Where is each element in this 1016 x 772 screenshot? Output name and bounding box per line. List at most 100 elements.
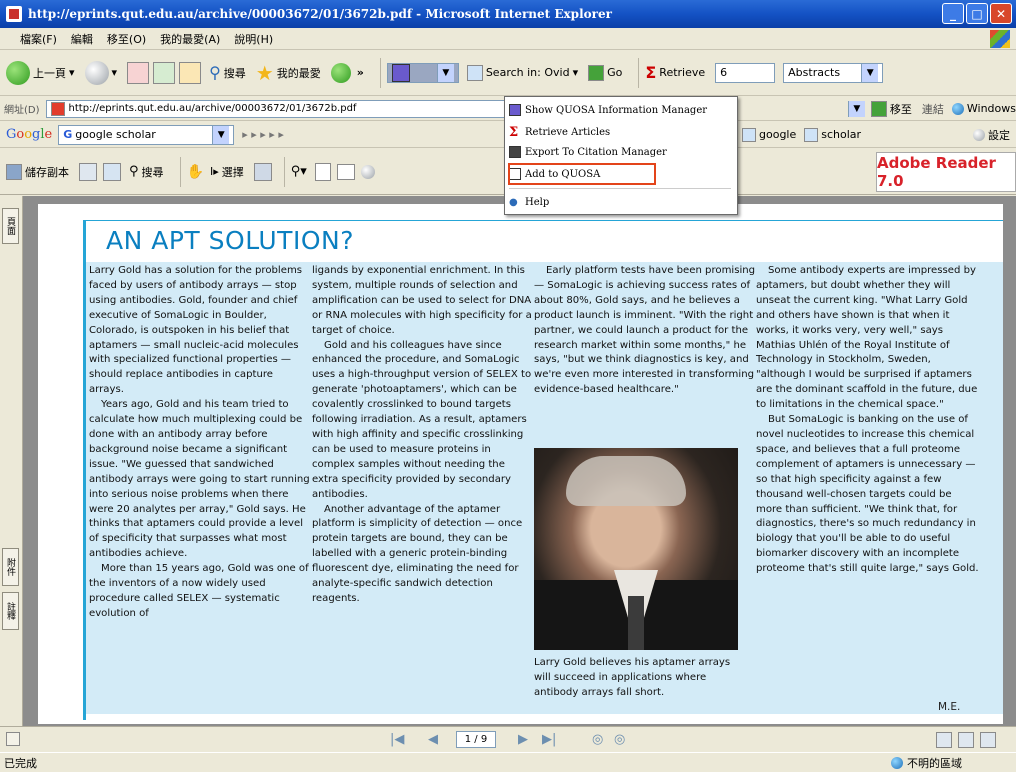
- window-controls: _ □ ✕: [942, 3, 1012, 24]
- web-search-icon: [742, 127, 756, 142]
- snapshot-icon[interactable]: [253, 162, 272, 181]
- retrieve-count-input[interactable]: 6: [715, 62, 776, 83]
- links-label[interactable]: 連結: [922, 101, 944, 117]
- export-icon: [509, 146, 521, 158]
- security-zone: 不明的區域: [891, 755, 962, 771]
- binoculars-icon: ⚲: [129, 164, 139, 179]
- forward-arrow-icon: [84, 60, 109, 85]
- larry-gold-photo: [534, 448, 738, 650]
- status-bar: 已完成 不明的區域: [0, 752, 1016, 772]
- panel-toggle-icon[interactable]: [6, 732, 20, 746]
- article-paragraph: More than 15 years ago, Gold was one of …: [89, 563, 309, 619]
- home-icon[interactable]: [179, 61, 202, 84]
- ovid-icon: [466, 64, 483, 81]
- tab-attachments[interactable]: 附件: [2, 548, 19, 586]
- abstracts-value: Abstracts: [788, 66, 841, 79]
- tab-pages[interactable]: 頁面: [2, 208, 19, 244]
- chevron-down-icon: ▼: [212, 125, 230, 144]
- menu-help[interactable]: 說明(H): [234, 31, 273, 47]
- continuous-layout-icon[interactable]: [958, 732, 974, 748]
- go-button[interactable]: Go: [588, 64, 623, 81]
- google-search-scholar-button[interactable]: scholar: [804, 127, 861, 142]
- article-accent-line: [83, 220, 86, 720]
- reader-search-button[interactable]: ⚲ 搜尋: [129, 164, 164, 180]
- print-icon[interactable]: [79, 162, 97, 181]
- save-copy-button[interactable]: 儲存副本: [6, 163, 69, 180]
- google-g-icon: G: [63, 128, 73, 141]
- close-button[interactable]: ✕: [990, 3, 1012, 24]
- single-page-layout-icon[interactable]: [936, 732, 952, 748]
- back-button[interactable]: 上一頁 ▾: [6, 60, 75, 85]
- next-view-icon[interactable]: ◎: [614, 732, 625, 747]
- quosa-icon: [391, 63, 410, 82]
- article-paragraph: ligands by exponential enrichment. In th…: [312, 265, 532, 336]
- zoom-in-icon[interactable]: [360, 164, 375, 179]
- hand-tool-icon[interactable]: ✋: [187, 164, 204, 180]
- windows-logo-icon: [990, 30, 1010, 48]
- minimize-button[interactable]: _: [942, 3, 964, 24]
- toolbar-overflow-icon[interactable]: »: [357, 66, 364, 79]
- google-search-web-button[interactable]: google: [742, 127, 796, 142]
- add-to-quosa-highlight: [508, 163, 656, 185]
- address-go-label: 移至: [889, 102, 912, 116]
- chevron-down-icon: ▾: [572, 66, 579, 79]
- globe-icon: [891, 757, 903, 769]
- settings-icon: [973, 128, 985, 141]
- article-headline: AN APT SOLUTION?: [106, 226, 354, 255]
- menu-item-show-quosa[interactable]: Show QUOSA Information Manager: [509, 101, 731, 119]
- back-label: 上一頁: [33, 66, 66, 80]
- author-initials: M.E.: [938, 701, 961, 713]
- google-search-input[interactable]: G google scholar ▼: [58, 124, 235, 145]
- address-value: http://eprints.qut.edu.au/archive/000036…: [68, 103, 357, 114]
- facing-layout-icon[interactable]: [980, 732, 996, 748]
- search-icon: ⚲: [209, 63, 221, 82]
- menu-item-help[interactable]: ● Help: [509, 193, 731, 211]
- menu-file[interactable]: 檔案(F): [20, 31, 57, 47]
- favorites-button[interactable]: ★ 我的最愛: [256, 61, 321, 85]
- go-label: Go: [607, 66, 623, 79]
- windows-link-label: Windows: [966, 102, 1016, 115]
- previous-view-icon[interactable]: ◎: [592, 732, 603, 747]
- menu-item-export-citation[interactable]: Export To Citation Manager: [509, 143, 731, 161]
- stop-icon[interactable]: [127, 61, 150, 84]
- quosa-dropdown[interactable]: ▼: [386, 62, 459, 83]
- email-icon[interactable]: [103, 162, 121, 181]
- pdf-page-icon: [50, 101, 65, 116]
- refresh-icon[interactable]: [153, 61, 176, 84]
- retrieve-button[interactable]: Σ Retrieve: [645, 63, 705, 82]
- next-page-icon[interactable]: ▶: [518, 732, 528, 747]
- maximize-button[interactable]: □: [966, 3, 988, 24]
- history-icon[interactable]: [330, 62, 351, 83]
- address-input[interactable]: http://eprints.qut.edu.au/archive/000036…: [45, 99, 516, 118]
- google-toolbar-buttons[interactable]: ▸ ▸ ▸ ▸ ▸: [242, 128, 284, 141]
- select-tool-button[interactable]: I▸ 選擇: [210, 164, 244, 180]
- address-dropdown-icon[interactable]: ▼: [847, 100, 865, 117]
- pdf-document-area[interactable]: AN APT SOLUTION? Larry Gold has a soluti…: [23, 196, 1016, 726]
- page-number-input[interactable]: 1 / 9: [456, 731, 496, 748]
- zoom-icon[interactable]: ⚲▾: [291, 164, 307, 179]
- article-top-rule: [83, 220, 1003, 221]
- tab-comments[interactable]: 註釋: [2, 592, 19, 630]
- abstracts-select[interactable]: Abstracts ▼: [783, 62, 884, 83]
- go-arrow-icon: [870, 100, 887, 117]
- last-page-icon[interactable]: ▶|: [542, 732, 556, 747]
- fit-page-icon[interactable]: [314, 162, 331, 181]
- menu-goto[interactable]: 移至(O): [107, 31, 146, 47]
- search-in-ovid-button[interactable]: Search in: Ovid ▾: [466, 64, 579, 81]
- address-go-button[interactable]: 移至: [870, 100, 912, 117]
- article-paragraph: But SomaLogic is banking on the use of n…: [756, 414, 979, 575]
- windows-link[interactable]: Windows: [951, 102, 1016, 115]
- quosa-menu: Show QUOSA Information Manager Σ Retriev…: [504, 96, 738, 215]
- menu-item-retrieve-articles[interactable]: Σ Retrieve Articles: [509, 123, 731, 141]
- menu-edit[interactable]: 編輯: [71, 31, 93, 47]
- window-title: http://eprints.qut.edu.au/archive/000036…: [28, 7, 612, 21]
- fit-width-icon[interactable]: [336, 163, 355, 180]
- retrieve-label: Retrieve: [659, 66, 706, 79]
- previous-page-icon[interactable]: ◀: [428, 732, 438, 747]
- first-page-icon[interactable]: |◀: [390, 732, 404, 747]
- menu-favorites[interactable]: 我的最愛(A): [160, 31, 220, 47]
- google-settings-button[interactable]: 設定: [973, 127, 1010, 143]
- google-search-value: google scholar: [75, 128, 156, 141]
- search-button[interactable]: ⚲ 搜尋: [209, 63, 246, 82]
- forward-button[interactable]: ▾: [84, 60, 117, 85]
